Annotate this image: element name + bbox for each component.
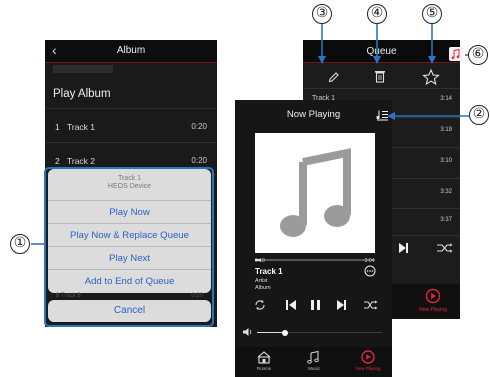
- music-note-icon: [451, 48, 460, 60]
- callout-lines: [31, 22, 472, 245]
- callout-3: ③: [312, 4, 332, 24]
- callout-4: ④: [367, 4, 387, 24]
- music-source-icon[interactable]: [449, 47, 463, 61]
- callout-2: ②: [469, 105, 489, 125]
- callout-6: ⑥: [468, 45, 488, 65]
- callout-1: ①: [10, 234, 30, 254]
- callout-5: ⑤: [422, 4, 442, 24]
